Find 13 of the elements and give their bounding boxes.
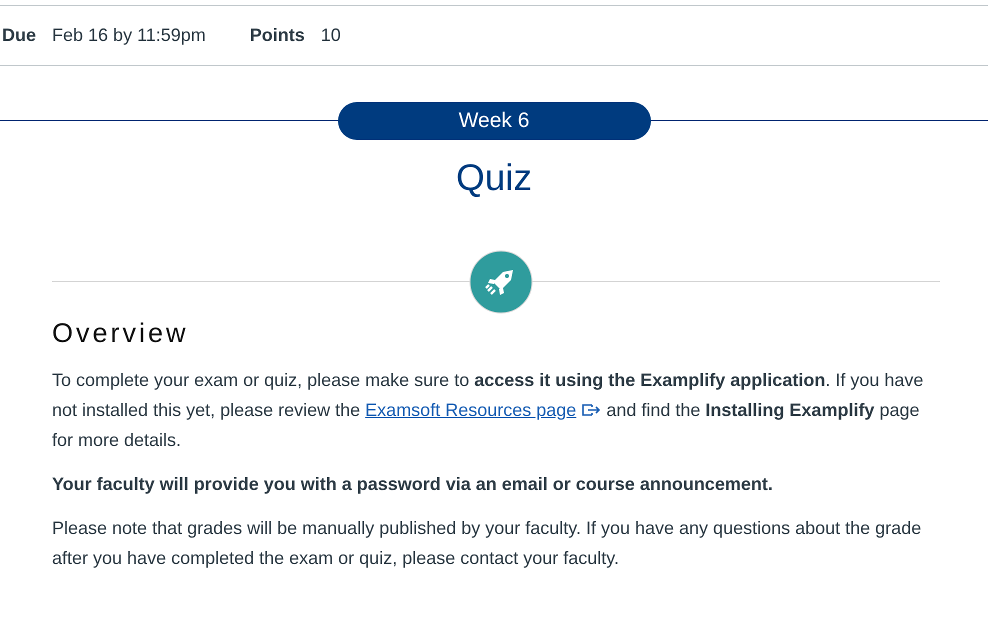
paragraph: Your faculty will provide you with a password via an email or course announcement. — [52, 473, 774, 496]
page-title: Quiz — [454, 156, 534, 200]
meta-label: Points — [250, 25, 305, 46]
meta-label: Due — [2, 25, 36, 46]
rocket-icon — [469, 250, 533, 314]
meta-value: 10 — [320, 25, 341, 46]
paragraph: Please note that grades will be manually published by your faculty. If you have any questions about the grade after you have completed the exam or quiz, please contact your faculty. — [52, 517, 922, 570]
section-heading: Overview — [52, 318, 190, 349]
meta-value: Feb 16 by 11:59pm — [52, 25, 206, 46]
external-link-icon — [581, 402, 602, 418]
resources-link[interactable]: Examsoft Resources page — [365, 400, 576, 420]
week-banner: Week 6 — [338, 102, 650, 140]
paragraph: To complete your exam or quiz, please make sure to access it using the Examplify application. If you have not installed this yet, please review the Examsoft Resources page and find the Installing Examplify page for more details. — [52, 369, 924, 452]
